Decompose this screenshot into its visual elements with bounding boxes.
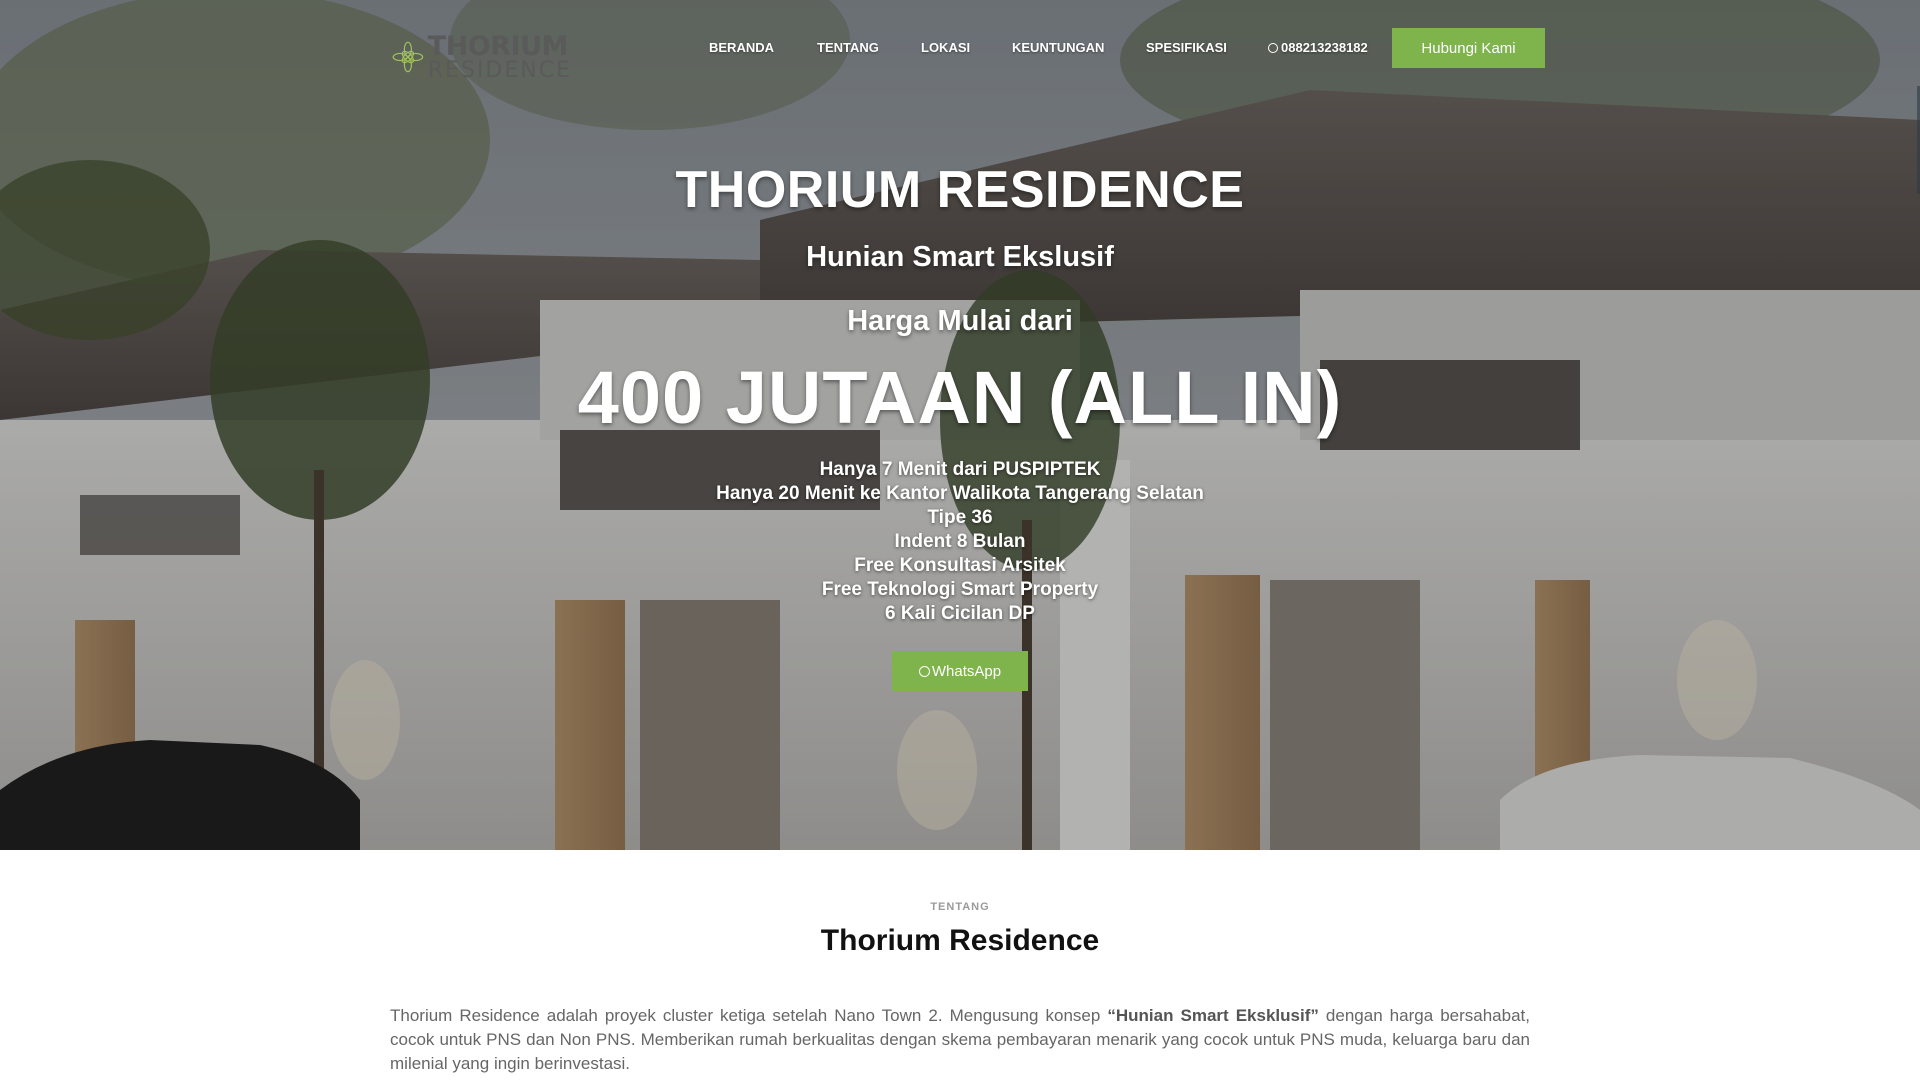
hero-feature-list: Hanya 7 Menit dari PUSPIPTEK Hanya 20 Me… [0,458,1920,626]
nav-item-beranda[interactable]: BERANDA [709,40,774,55]
hero-title: THORIUM RESIDENCE [675,161,1245,219]
about-kicker: TENTANG [930,901,990,913]
feature-item: Tipe 36 [927,507,993,528]
whatsapp-icon [918,665,930,677]
about-body-highlight: “Hunian Smart Eksklusif” [1107,1006,1319,1025]
feature-item: 6 Kali Cicilan DP [885,603,1035,624]
whatsapp-button[interactable]: WhatsApp [892,651,1028,691]
nav-item-keuntungan[interactable]: KEUNTUNGAN [1012,40,1104,55]
about-body-text: Thorium Residence adalah proyek cluster … [390,1006,1108,1025]
logo-name-line2: RESIDENCE [427,57,572,83]
hero-price-label: Harga Mulai dari [847,305,1073,337]
contact-button[interactable]: Hubungi Kami [1392,28,1545,68]
nav-phone-number: 088213238182 [1281,40,1368,55]
feature-item: Free Konsultasi Arsitek [854,555,1066,576]
main-nav: BERANDA TENTANG LOKASI KEUNTUNGAN SPESIF… [0,40,1920,62]
feature-item: Hanya 20 Menit ke Kantor Walikota Tanger… [716,483,1204,504]
whatsapp-button-label: WhatsApp [931,662,1002,680]
feature-item: Free Teknologi Smart Property [821,579,1099,600]
hero-price: 400 JUTAAN (ALL IN) [577,356,1343,439]
feature-item: Hanya 7 Menit dari PUSPIPTEK [819,459,1101,480]
nav-item-tentang[interactable]: TENTANG [817,40,879,55]
nav-item-phone[interactable]: 088213238182 [1268,40,1368,55]
about-title: Thorium Residence [820,924,1100,957]
nav-item-spesifikasi[interactable]: SPESIFIKASI [1146,40,1227,55]
feature-item: Indent 8 Bulan [894,531,1026,552]
whatsapp-icon [1268,43,1278,53]
about-body: Thorium Residence adalah proyek cluster … [390,1004,1530,1076]
hero-subtitle: Hunian Smart Ekslusif [806,241,1114,273]
nav-item-lokasi[interactable]: LOKASI [921,40,970,55]
